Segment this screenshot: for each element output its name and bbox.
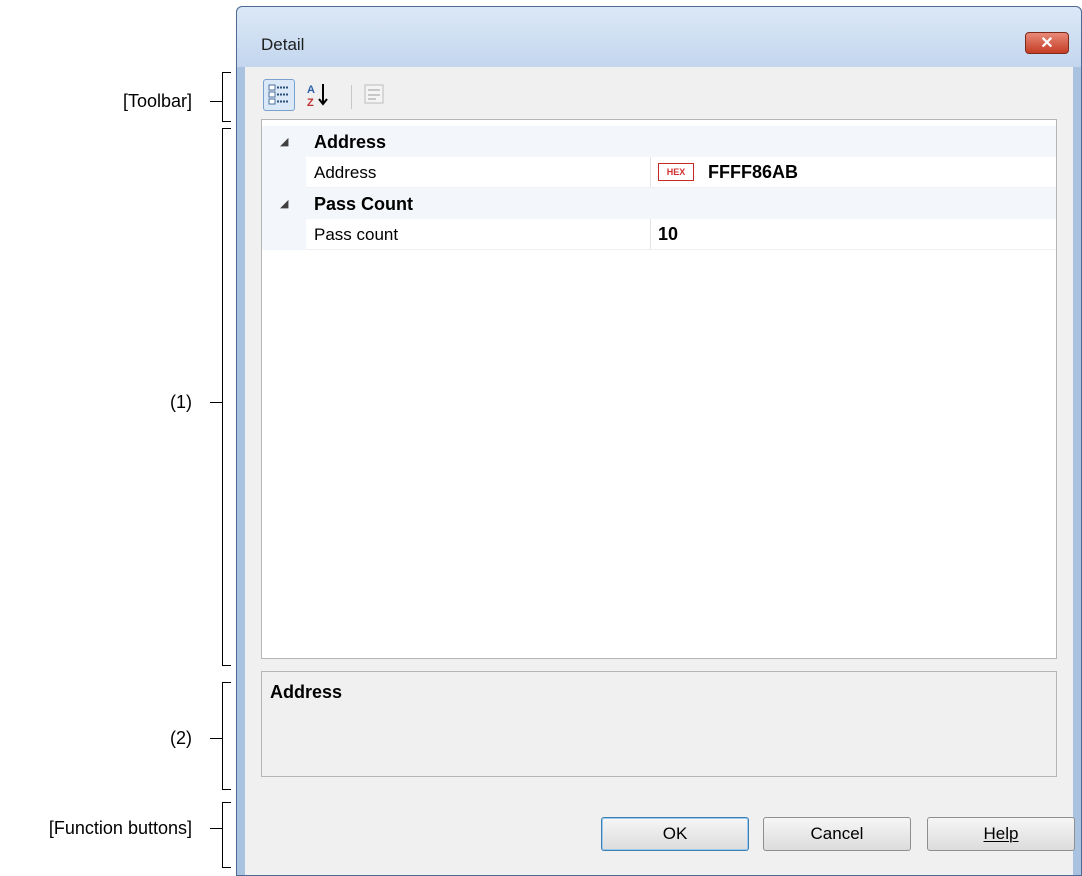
function-buttons-annotation-bracket <box>222 802 231 868</box>
area1-annotation: (1) <box>170 392 192 412</box>
category-row-pass-count[interactable]: ◢ Pass Count <box>262 188 1056 219</box>
sort-alphabetical-button[interactable]: A Z <box>303 79 335 111</box>
hex-icon: HEX <box>658 163 694 181</box>
property-grid[interactable]: ◢ Address Address HEX FFFF86AB ◢ Pass Co… <box>261 119 1057 659</box>
close-icon: ✕ <box>1040 35 1054 52</box>
function-buttons-annotation-tick <box>210 828 222 829</box>
function-buttons-annotation: [Function buttons] <box>48 818 192 838</box>
help-button-label: Help <box>983 824 1019 843</box>
row-gutter <box>262 157 306 188</box>
property-name: Pass count <box>314 225 399 244</box>
row-divider <box>306 249 1056 250</box>
area1-annotation-tick <box>210 402 222 403</box>
ok-button-label: OK <box>662 824 688 843</box>
ok-button[interactable]: OK <box>601 817 749 851</box>
area2-annotation: (2) <box>170 728 192 748</box>
toolbar-annotation-bracket <box>222 72 231 122</box>
toolbar-annotation: [Toolbar] <box>122 91 192 111</box>
category-label: Pass Count <box>314 194 414 214</box>
property-row-address[interactable]: Address HEX FFFF86AB <box>262 157 1056 188</box>
svg-text:Z: Z <box>307 97 314 109</box>
toolbar-separator <box>351 85 352 109</box>
dialog-client-area: A Z ◢ Address Address HEX FFFF86AB ◢ Pas… <box>245 67 1075 875</box>
sort-alphabetical-icon: A Z <box>307 84 328 109</box>
row-gutter <box>262 219 306 250</box>
property-name: Address <box>314 163 377 182</box>
categorized-view-button[interactable] <box>263 79 295 111</box>
area2-annotation-tick <box>210 738 222 739</box>
toolbar: A Z <box>245 75 1073 115</box>
category-label: Address <box>314 132 387 152</box>
collapse-triangle-icon[interactable]: ◢ <box>280 197 288 210</box>
column-separator <box>650 157 651 188</box>
cancel-button[interactable]: Cancel <box>763 817 911 851</box>
cancel-button-label: Cancel <box>810 824 864 843</box>
property-pages-icon <box>364 84 384 104</box>
property-value[interactable]: 10 <box>658 224 678 245</box>
property-row-pass-count[interactable]: Pass count 10 <box>262 219 1056 250</box>
collapse-triangle-icon[interactable]: ◢ <box>280 135 288 148</box>
toolbar-annotation-tick <box>210 101 222 102</box>
property-pages-button[interactable] <box>359 79 391 111</box>
title-bar[interactable]: Detail ✕ <box>237 7 1081 67</box>
column-separator <box>650 219 651 250</box>
area2-annotation-bracket <box>222 682 231 790</box>
detail-dialog: Detail ✕ A Z ◢ Address Address HEX FFFF8… <box>236 6 1082 876</box>
area1-annotation-bracket <box>222 128 231 666</box>
window-title: Detail <box>261 35 305 54</box>
category-row-address[interactable]: ◢ Address <box>262 126 1056 157</box>
close-button[interactable]: ✕ <box>1025 32 1069 54</box>
property-value[interactable]: FFFF86AB <box>708 162 798 183</box>
categorized-view-icon <box>268 84 289 105</box>
description-title: Address <box>270 682 343 702</box>
svg-text:A: A <box>307 84 315 96</box>
help-button[interactable]: Help <box>927 817 1075 851</box>
description-panel: Address <box>261 671 1057 777</box>
